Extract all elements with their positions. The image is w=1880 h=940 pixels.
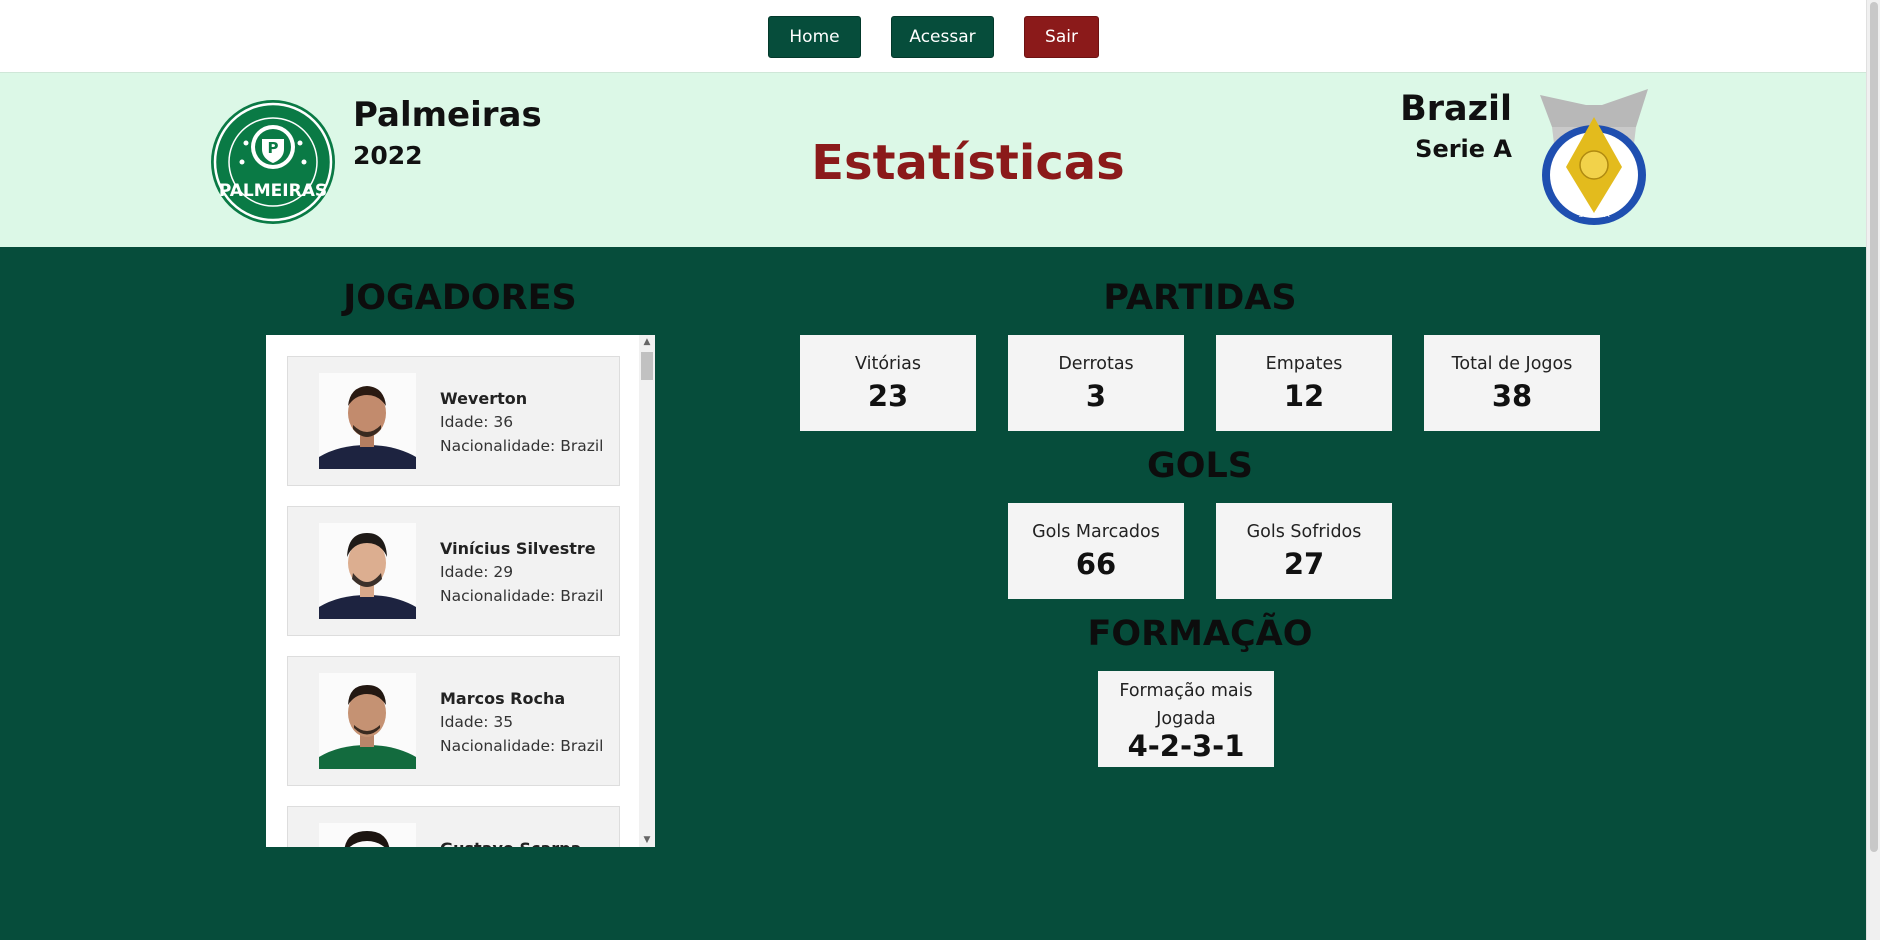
gols-marcados-card: Gols Marcados 66: [1008, 503, 1184, 599]
gols-marcados-value: 66: [1075, 547, 1117, 581]
player-photo: [319, 823, 416, 847]
total-jogos-value: 38: [1491, 379, 1533, 413]
player-name: Gustavo Scarpa: [440, 839, 581, 847]
player-nationality: Nacionalidade: Brazil: [440, 587, 604, 605]
player-card[interactable]: Gustavo Scarpa: [287, 806, 620, 847]
gols-marcados-label: Gols Marcados: [1032, 522, 1160, 542]
scroll-up-icon[interactable]: ▲: [639, 335, 655, 349]
player-photo: [319, 523, 416, 619]
player-name: Vinícius Silvestre: [440, 539, 596, 558]
partidas-title: PARTIDAS: [1103, 278, 1297, 318]
scroll-down-icon[interactable]: ▼: [639, 833, 655, 847]
jogadores-title: JOGADORES: [343, 278, 577, 318]
page-scrollbar[interactable]: [1866, 0, 1880, 940]
player-card[interactable]: Weverton Idade: 36 Nacionalidade: Brazil: [287, 356, 620, 486]
page-scroll-thumb[interactable]: [1870, 2, 1878, 852]
player-age: Idade: 36: [440, 413, 514, 431]
formacao-label: Formação mais Jogada: [1119, 681, 1253, 729]
empates-label: Empates: [1265, 354, 1343, 374]
league-name: Serie A: [1415, 135, 1512, 163]
top-navbar: Home Acessar Sair: [0, 0, 1866, 73]
total-jogos-label: Total de Jogos: [1451, 354, 1573, 374]
gols-title: GOLS: [1147, 446, 1253, 486]
club-name: Palmeiras: [353, 95, 542, 135]
player-name: Weverton: [440, 389, 528, 408]
league-country: Brazil: [1400, 89, 1512, 129]
player-card[interactable]: Marcos Rocha Idade: 35 Nacionalidade: Br…: [287, 656, 620, 786]
vitorias-label: Vitórias: [855, 354, 921, 374]
player-nationality: Nacionalidade: Brazil: [440, 437, 604, 455]
player-age: Idade: 29: [440, 563, 514, 581]
formacao-value: 4-2-3-1: [1127, 729, 1245, 763]
players-list[interactable]: Weverton Idade: 36 Nacionalidade: Brazil…: [266, 335, 655, 847]
player-age: Idade: 35: [440, 713, 514, 731]
derrotas-value: 3: [1085, 379, 1107, 413]
gols-sofridos-label: Gols Sofridos: [1246, 522, 1362, 542]
players-scroll-thumb[interactable]: [641, 352, 653, 380]
player-card[interactable]: Vinícius Silvestre Idade: 29 Nacionalida…: [287, 506, 620, 636]
derrotas-label: Derrotas: [1058, 354, 1134, 374]
empates-card: Empates 12: [1216, 335, 1392, 431]
acessar-button[interactable]: Acessar: [891, 16, 994, 58]
sair-button[interactable]: Sair: [1024, 16, 1099, 58]
home-button[interactable]: Home: [768, 16, 861, 58]
total-jogos-card: Total de Jogos 38: [1424, 335, 1600, 431]
player-photo: [319, 373, 416, 469]
player-name: Marcos Rocha: [440, 689, 566, 708]
players-scrollbar[interactable]: ▲ ▼: [639, 335, 655, 847]
serie-a-logo: SERIE A: [1540, 89, 1648, 225]
gols-sofridos-card: Gols Sofridos 27: [1216, 503, 1392, 599]
formacao-title: FORMAÇÃO: [1087, 614, 1313, 654]
svg-text:SERIE A: SERIE A: [1578, 210, 1610, 219]
gols-sofridos-value: 27: [1283, 547, 1325, 581]
page-header: P PALMEIRAS Palmeiras 2022 Estatísticas …: [0, 73, 1866, 247]
empates-value: 12: [1283, 379, 1325, 413]
player-nationality: Nacionalidade: Brazil: [440, 737, 604, 755]
derrotas-card: Derrotas 3: [1008, 335, 1184, 431]
player-photo: [319, 673, 416, 769]
vitorias-value: 23: [867, 379, 909, 413]
vitorias-card: Vitórias 23: [800, 335, 976, 431]
formacao-card: Formação mais Jogada 4-2-3-1: [1098, 671, 1274, 767]
